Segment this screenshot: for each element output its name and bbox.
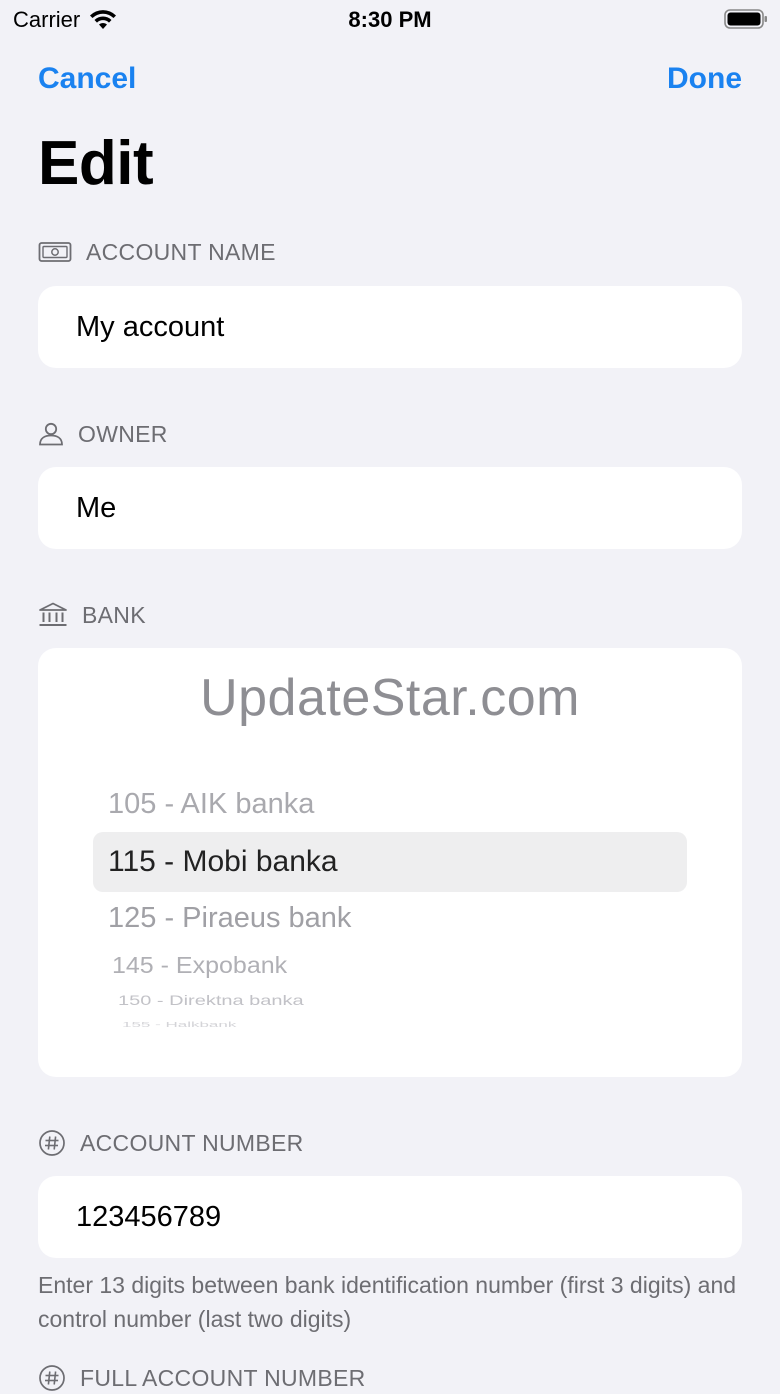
account-number-header: ACCOUNT NUMBER: [38, 1127, 304, 1159]
banknote-icon: [38, 242, 72, 262]
bank-header-label: BANK: [82, 601, 146, 628]
status-time: 8:30 PM: [348, 7, 432, 32]
bank-picker[interactable]: UpdateStar.com 105 - AIK banka 115 - Mob…: [38, 648, 742, 1077]
owner-header-label: OWNER: [78, 420, 168, 447]
bank-header: BANK: [38, 599, 146, 631]
battery-icon: [724, 9, 767, 29]
picker-option-selected[interactable]: 115 - Mobi banka: [108, 845, 338, 879]
person-icon: [39, 422, 63, 446]
picker-option[interactable]: 125 - Piraeus bank: [108, 902, 351, 935]
account-number-help: Enter 13 digits between bank identificat…: [38, 1272, 737, 1332]
number-sign-icon: [39, 1365, 65, 1391]
owner-field[interactable]: Me: [38, 467, 742, 549]
account-name-header-label: ACCOUNT NAME: [86, 238, 276, 265]
account-number-header-label: ACCOUNT NUMBER: [80, 1129, 304, 1156]
number-sign-icon: [39, 1130, 65, 1156]
done-button[interactable]: Done: [667, 62, 742, 96]
full-account-number-header-label: FULL ACCOUNT NUMBER: [80, 1364, 366, 1391]
picker-option[interactable]: 145 - Expobank: [112, 953, 287, 980]
account-number-field[interactable]: 123456789: [38, 1176, 742, 1258]
watermark: UpdateStar.com: [200, 669, 580, 727]
owner-header: OWNER: [38, 418, 168, 450]
account-name-header: ACCOUNT NAME: [38, 236, 276, 268]
cancel-button[interactable]: Cancel: [38, 62, 136, 96]
picker-option[interactable]: 105 - AIK banka: [108, 788, 314, 821]
picker-option[interactable]: 150 - Direktna banka: [118, 993, 304, 1009]
bank-building-icon: [39, 602, 67, 626]
status-bar: Carrier 8:30 PM: [0, 0, 780, 40]
picker-option[interactable]: 155 - Halkbank: [122, 1020, 236, 1029]
page-title: Edit: [38, 129, 154, 198]
account-name-field[interactable]: My account: [38, 286, 742, 368]
full-account-number-header: FULL ACCOUNT NUMBER: [38, 1362, 366, 1394]
